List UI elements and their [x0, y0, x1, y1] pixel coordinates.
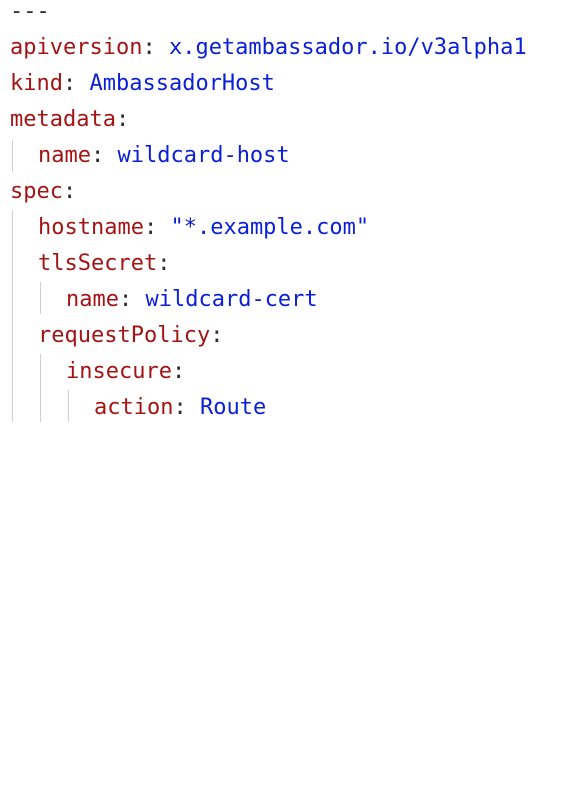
code-line-metadata-name: name: wildcard-host: [38, 138, 290, 174]
yaml-value: Route: [199, 395, 267, 420]
code-line-metadata: metadata:: [10, 102, 129, 138]
code-line-requestpolicy: requestPolicy:: [38, 318, 223, 354]
indent-guide-insecure: [68, 390, 69, 422]
yaml-value: wildcard-cert: [145, 287, 318, 312]
yaml-colon: :: [142, 35, 169, 60]
code-line-action: action: Route: [94, 390, 266, 426]
code-line-insecure: insecure:: [66, 354, 185, 390]
indent-guide-requestpolicy: [40, 354, 41, 422]
yaml-key: kind: [10, 71, 63, 96]
yaml-colon: :: [62, 179, 77, 204]
yaml-colon: :: [143, 215, 171, 240]
yaml-colon: :: [62, 71, 90, 96]
yaml-colon: :: [90, 143, 118, 168]
yaml-key: metadata: [10, 107, 116, 132]
yaml-document-separator: ---: [10, 0, 50, 24]
code-line-apiversion: apiversion: x.getambassador.io/v3alpha1: [10, 30, 527, 66]
code-line-tlssecret-name: name: wildcard-cert: [66, 282, 318, 318]
code-line-hostname: hostname: "*.example.com": [38, 210, 369, 246]
yaml-code-editor[interactable]: --- apiversion: x.getambassador.io/v3alp…: [0, 0, 574, 428]
yaml-key: action: [94, 395, 174, 420]
yaml-key: insecure: [66, 359, 172, 384]
indent-guide-tlssecret: [40, 282, 41, 314]
code-line-tlssecret: tlsSecret:: [38, 246, 170, 282]
yaml-colon: :: [171, 359, 186, 384]
yaml-key: tlsSecret: [38, 251, 158, 276]
code-line-kind: kind: AmbassadorHost: [10, 66, 275, 102]
yaml-value: "*.example.com": [170, 215, 370, 240]
yaml-key: name: [66, 287, 119, 312]
yaml-colon: :: [210, 323, 224, 348]
yaml-key: hostname: [38, 215, 144, 240]
indent-guide-spec: [12, 210, 13, 422]
yaml-value: x.getambassador.io/v3alpha1: [168, 35, 527, 60]
yaml-value: wildcard-host: [117, 143, 290, 168]
yaml-key: apiversion: [10, 35, 143, 60]
yaml-key: requestPolicy: [38, 323, 211, 348]
yaml-value: AmbassadorHost: [89, 71, 275, 96]
yaml-colon: :: [157, 251, 171, 276]
yaml-colon: :: [115, 107, 130, 132]
yaml-separator-line: ---: [10, 0, 50, 30]
yaml-colon: :: [173, 395, 200, 420]
yaml-colon: :: [118, 287, 146, 312]
indent-guide-metadata: [12, 140, 13, 172]
yaml-key: spec: [10, 179, 63, 204]
code-line-spec: spec:: [10, 174, 76, 210]
yaml-key: name: [38, 143, 91, 168]
